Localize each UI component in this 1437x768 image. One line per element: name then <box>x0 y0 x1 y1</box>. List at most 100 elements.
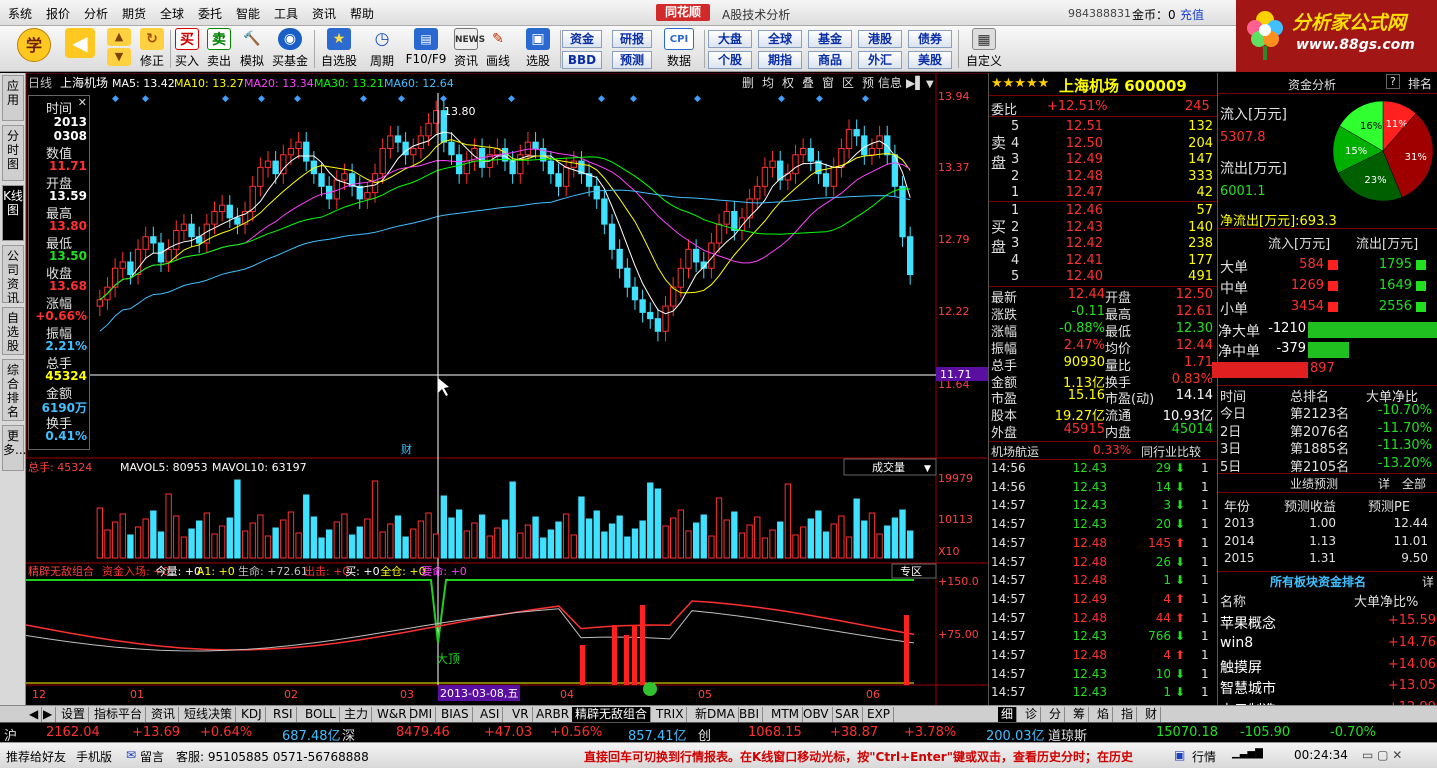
indicator-tab[interactable]: BOLL <box>302 707 340 722</box>
right-panel-tab[interactable]: 筹 <box>1070 707 1090 722</box>
tool-pin-icon[interactable]: ▶▌ <box>906 75 924 90</box>
tab-intraday[interactable]: 分时图 <box>2 125 24 181</box>
customize-button[interactable]: ▦ 自定义 <box>962 28 1006 70</box>
right-panel-tab[interactable]: 诊 <box>1022 707 1042 722</box>
chart-area[interactable]: 日线 上海机场 MA5: 13.42 MA10: 13.27 MA20: 13.… <box>25 72 988 705</box>
grid-bond-button[interactable]: 债券 <box>908 30 952 48</box>
indicator-tab[interactable]: KDJ <box>238 707 266 722</box>
buy-fund-button[interactable]: ◉ 买基金 <box>270 28 310 70</box>
indicator-tab[interactable]: 资讯 <box>148 707 180 722</box>
tab-kline[interactable]: K线图 <box>2 185 24 241</box>
menu-order[interactable]: 委托 <box>198 5 222 22</box>
grid-market-button[interactable]: 大盘 <box>708 30 752 48</box>
tool-info[interactable]: 信息 <box>878 75 902 90</box>
learn-button[interactable]: 学 <box>16 28 52 70</box>
tool-range[interactable]: 区 <box>842 76 854 90</box>
forecast-detail-button[interactable]: 详 <box>1378 475 1390 492</box>
stock-picker-button[interactable]: ▣ 选股 <box>518 28 558 70</box>
close-icon[interactable]: ✕ <box>78 96 87 109</box>
right-panel-tab[interactable]: 焰 <box>1094 707 1114 722</box>
grid-hk-button[interactable]: 港股 <box>858 30 902 48</box>
menu-futures[interactable]: 期货 <box>122 5 146 22</box>
data-button[interactable]: CPI 数据 <box>660 28 698 70</box>
menu-news[interactable]: 资讯 <box>312 5 336 22</box>
forecast-all-button[interactable]: 全部 <box>1402 475 1426 492</box>
right-panel-tab[interactable]: 财 <box>1142 707 1162 722</box>
indicator-tab[interactable]: 主力 <box>341 707 373 722</box>
grid-commodity-button[interactable]: 商品 <box>808 51 852 69</box>
tool-right[interactable]: 权 <box>782 76 794 90</box>
tool-predict[interactable]: 预 <box>862 76 874 90</box>
grid-funds-button[interactable]: 基金 <box>808 30 852 48</box>
sell-button[interactable]: 卖 卖出 <box>206 28 232 70</box>
vol-dropdown-icon[interactable]: ▼ <box>924 464 931 474</box>
back-button[interactable]: ◀ <box>64 28 96 70</box>
compare-link[interactable]: 同行业比较 <box>1141 443 1201 460</box>
indicator-tab[interactable]: MTM <box>768 707 804 722</box>
f10-button[interactable]: ▤ F10/F9 <box>404 28 448 70</box>
mail-icon[interactable]: ✉ <box>126 748 136 762</box>
right-panel-tab[interactable]: 细 <box>998 707 1018 722</box>
fund-help-button[interactable]: ? <box>1386 74 1400 89</box>
menu-global[interactable]: 全球 <box>160 5 184 22</box>
menu-smart[interactable]: 智能 <box>236 5 260 22</box>
tool-dropdown-icon[interactable]: ▼ <box>926 79 934 90</box>
indicator-tab[interactable]: ARBR <box>533 707 574 722</box>
grid-us-stock-button[interactable]: 美股 <box>908 51 952 69</box>
sector-rank-detail-button[interactable]: 详 <box>1422 573 1434 590</box>
tab-scroll-right-icon[interactable]: ▶ <box>40 707 57 722</box>
tab-apps[interactable]: 应用 <box>2 75 24 121</box>
tab-company-news[interactable]: 公司资讯 <box>2 245 24 305</box>
window-controls-icon[interactable]: ▭ ▢ ✕ <box>1362 748 1402 762</box>
lock-icon[interactable]: ▣ <box>1174 748 1185 762</box>
indicator-tab[interactable]: BIAS <box>438 707 473 722</box>
right-panel-tab[interactable]: 分 <box>1046 707 1066 722</box>
tool-delete[interactable]: 删 <box>742 76 754 90</box>
indicator-tab[interactable]: VR <box>509 707 533 722</box>
tool-window[interactable]: 窗 <box>822 76 834 90</box>
watchlist-button[interactable]: ★ 自选股 <box>318 28 360 70</box>
draw-button[interactable]: ✎ 画线 <box>484 28 512 70</box>
grid-report-button[interactable]: 研报 <box>612 30 652 48</box>
indicator-tab[interactable]: TRIX <box>653 707 688 722</box>
message-link[interactable]: 留言 <box>140 748 164 765</box>
tool-average[interactable]: 均 <box>762 76 774 90</box>
tab-ranking[interactable]: 综合排名 <box>2 359 24 421</box>
indicator-tab[interactable]: OBV <box>800 707 833 722</box>
buy-button[interactable]: 买 买入 <box>174 28 200 70</box>
finance-marker[interactable]: 财 <box>401 442 412 456</box>
recharge-link[interactable]: 充值 <box>1180 6 1204 23</box>
grid-forecast-button[interactable]: 预测 <box>612 51 652 69</box>
indicator-tab[interactable]: 指标平台 <box>91 707 147 722</box>
menu-tools[interactable]: 工具 <box>274 5 298 22</box>
indicator-tab[interactable]: DMI <box>406 707 437 722</box>
indicator-tab[interactable]: SAR <box>832 707 864 722</box>
tab-more[interactable]: 更多... <box>2 425 26 471</box>
grid-bbd-button[interactable]: BBD <box>562 51 602 69</box>
grid-global-button[interactable]: 全球 <box>758 30 802 48</box>
grid-index-futures-button[interactable]: 期指 <box>758 51 802 69</box>
menu-quote[interactable]: 报价 <box>46 5 70 22</box>
kline-chart[interactable]: 日线 上海机场 MA5: 13.42 MA10: 13.27 MA20: 13.… <box>25 72 988 705</box>
page-up-button[interactable]: ▲ ▼ <box>106 28 132 70</box>
menu-system[interactable]: 系统 <box>8 5 32 22</box>
indicator-tab[interactable]: EXP <box>864 707 895 722</box>
indicator-tab[interactable]: 精辟无敌组合 <box>572 707 652 722</box>
indicator-tab[interactable]: BBI <box>736 707 764 722</box>
right-panel-tab[interactable]: 指 <box>1118 707 1138 722</box>
tab-watchlist[interactable]: 自选股 <box>2 307 24 355</box>
fix-button[interactable]: ↻ 修正 <box>138 28 166 70</box>
quote-status-button[interactable]: 行情 <box>1192 748 1216 765</box>
menu-help[interactable]: 帮助 <box>350 5 374 22</box>
simulate-button[interactable]: 🔨 模拟 <box>238 28 266 70</box>
news-button[interactable]: NEWS 资讯 <box>452 28 485 70</box>
grid-forex-button[interactable]: 外汇 <box>858 51 902 69</box>
grid-fund-button[interactable]: 资金 <box>562 30 602 48</box>
fund-rank-button[interactable]: 排名 <box>1408 75 1432 92</box>
indicator-tab[interactable]: 设置 <box>58 707 90 722</box>
grid-stock-button[interactable]: 个股 <box>708 51 752 69</box>
mobile-link[interactable]: 手机版 <box>76 748 112 765</box>
indicator-tab[interactable]: 短线决策 <box>181 707 237 722</box>
recommend-link[interactable]: 推荐给好友 <box>6 748 66 765</box>
sector-name[interactable]: 机场航运 <box>991 443 1039 460</box>
